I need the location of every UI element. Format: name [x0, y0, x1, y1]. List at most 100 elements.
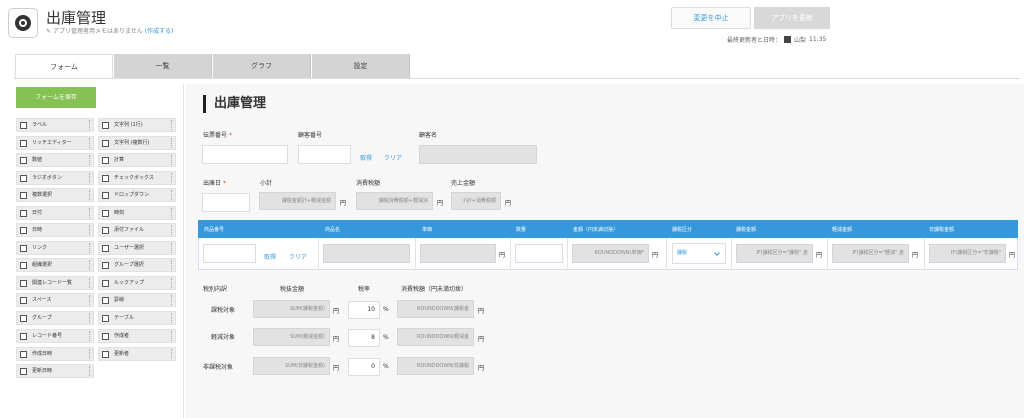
radio-icon — [20, 174, 27, 182]
drag-handle-icon[interactable] — [171, 242, 174, 253]
palette-item[interactable]: ユーザー選択 — [98, 240, 176, 255]
drag-handle-icon[interactable] — [171, 172, 174, 183]
reduced-rate-field[interactable]: 8 — [348, 329, 380, 347]
palette-item-label: 関連レコード一覧 — [32, 279, 73, 286]
update-app-button[interactable]: アプリを更新 — [754, 7, 830, 29]
drag-handle-icon[interactable] — [171, 120, 174, 130]
tab-settings[interactable]: 設定 — [312, 54, 410, 78]
tag-icon — [20, 122, 27, 129]
tab-list[interactable]: 一覧 — [114, 54, 212, 78]
palette-item[interactable]: ラジオボタン — [16, 170, 94, 185]
create-memo-link[interactable]: (作成する) — [145, 28, 174, 35]
palette-item[interactable]: 罫線 — [98, 293, 176, 307]
drag-handle-icon[interactable] — [171, 331, 174, 341]
palette-item-label: テーブル — [114, 314, 134, 321]
palette-item[interactable]: 文字列 (1行) — [98, 118, 176, 132]
drag-handle-icon[interactable] — [89, 295, 92, 305]
product-get-button[interactable]: 取得 — [264, 252, 276, 261]
drag-handle-icon[interactable] — [89, 225, 92, 235]
tax-class-select[interactable]: 課税 — [672, 243, 726, 264]
slip-no-field[interactable] — [202, 145, 288, 164]
multi-select-icon — [20, 192, 27, 199]
drag-handle-icon[interactable] — [89, 366, 92, 376]
drag-handle-icon[interactable] — [171, 295, 174, 305]
lookup-clear-button[interactable]: クリア — [384, 153, 402, 162]
drag-handle-icon[interactable] — [171, 277, 174, 288]
palette-item[interactable]: 数値 — [16, 153, 94, 167]
palette-item[interactable]: 組織選択 — [16, 258, 94, 272]
palette-item-label: 罫線 — [114, 297, 125, 303]
palette-item[interactable]: チェックボックス — [98, 170, 176, 185]
drag-handle-icon[interactable] — [171, 137, 174, 148]
product-clear-button[interactable]: クリア — [289, 252, 307, 261]
quantity-field[interactable] — [515, 244, 563, 263]
palette-item-label: 更新者 — [114, 350, 130, 357]
col-nontax: 非課税金額 — [929, 227, 955, 233]
reduced-row-label: 軽減対象 — [211, 334, 236, 341]
tab-form[interactable]: フォーム — [15, 54, 113, 79]
save-form-button[interactable]: フォームを保存 — [16, 87, 96, 108]
reduced-pretax-field: SUM(軽減金額) — [253, 328, 330, 346]
drag-handle-icon[interactable] — [171, 207, 174, 218]
calendar-icon — [20, 209, 27, 217]
drag-handle-icon[interactable] — [89, 137, 92, 148]
palette-item[interactable]: グループ — [16, 310, 94, 325]
drag-handle-icon[interactable] — [171, 155, 174, 165]
palette-item[interactable]: 日付 — [16, 205, 94, 220]
link-icon — [20, 244, 27, 252]
palette-item[interactable]: 更新者 — [98, 346, 176, 361]
col-unit-price: 単価 — [422, 227, 433, 233]
last-modified-label: 最終更新者と日時： — [727, 37, 782, 44]
palette-item-label: ルックアップ — [114, 279, 145, 286]
org-icon — [20, 262, 27, 269]
drag-handle-icon[interactable] — [171, 260, 174, 270]
drag-handle-icon[interactable] — [89, 312, 92, 323]
cancel-changes-button[interactable]: 変更を中止 — [671, 7, 751, 29]
user-icon — [784, 36, 792, 43]
last-modified-user[interactable]: 山梨 — [794, 35, 806, 44]
palette-item[interactable]: 添付ファイル — [98, 223, 176, 237]
taxable-rate-field[interactable]: 10 — [348, 301, 380, 319]
drag-handle-icon[interactable] — [89, 207, 92, 218]
nontax-tax-unit: 円 — [478, 365, 485, 372]
drag-handle-icon[interactable] — [171, 225, 174, 235]
ship-date-field[interactable] — [202, 193, 250, 212]
palette-item[interactable]: 作成日時 — [16, 346, 94, 361]
palette-item[interactable]: 関連レコード一覧 — [16, 275, 94, 290]
drag-handle-icon[interactable] — [89, 277, 92, 288]
palette-item[interactable]: リッチエディター — [16, 135, 94, 150]
product-no-field[interactable] — [203, 244, 256, 263]
palette-item[interactable]: 文字列 (複数行) — [98, 135, 176, 150]
drag-handle-icon[interactable] — [171, 348, 174, 359]
palette-item[interactable]: ルックアップ — [98, 275, 176, 290]
palette-item[interactable]: リンク — [16, 240, 94, 255]
nontax-rate-field[interactable]: 0 — [348, 358, 380, 376]
reduced-unit: 円 — [912, 252, 919, 259]
palette-item[interactable]: ラベル — [16, 118, 94, 132]
drag-handle-icon[interactable] — [171, 312, 174, 323]
drag-handle-icon[interactable] — [89, 120, 92, 130]
tab-graph[interactable]: グラフ — [213, 54, 311, 78]
palette-item[interactable]: ドロップダウン — [98, 188, 176, 202]
palette-item[interactable]: 日時 — [16, 223, 94, 237]
drag-handle-icon[interactable] — [89, 172, 92, 183]
drag-handle-icon[interactable] — [89, 260, 92, 270]
palette-item[interactable]: グループ選択 — [98, 258, 176, 272]
palette-item[interactable]: テーブル — [98, 310, 176, 325]
text-line-icon — [102, 122, 109, 129]
palette-item[interactable]: 複数選択 — [16, 188, 94, 202]
palette-item[interactable]: 計算 — [98, 153, 176, 167]
drag-handle-icon[interactable] — [89, 155, 92, 165]
palette-item[interactable]: 更新日時 — [16, 364, 94, 378]
drag-handle-icon[interactable] — [171, 190, 174, 200]
customer-no-field[interactable] — [298, 145, 351, 164]
drag-handle-icon[interactable] — [89, 190, 92, 200]
drag-handle-icon[interactable] — [89, 331, 92, 341]
palette-item[interactable]: 作成者 — [98, 329, 176, 343]
palette-item[interactable]: スペース — [16, 293, 94, 307]
palette-item[interactable]: レコード番号 — [16, 329, 94, 343]
lookup-get-button[interactable]: 取得 — [360, 153, 372, 162]
drag-handle-icon[interactable] — [89, 348, 92, 359]
drag-handle-icon[interactable] — [89, 242, 92, 253]
palette-item[interactable]: 時刻 — [98, 205, 176, 220]
